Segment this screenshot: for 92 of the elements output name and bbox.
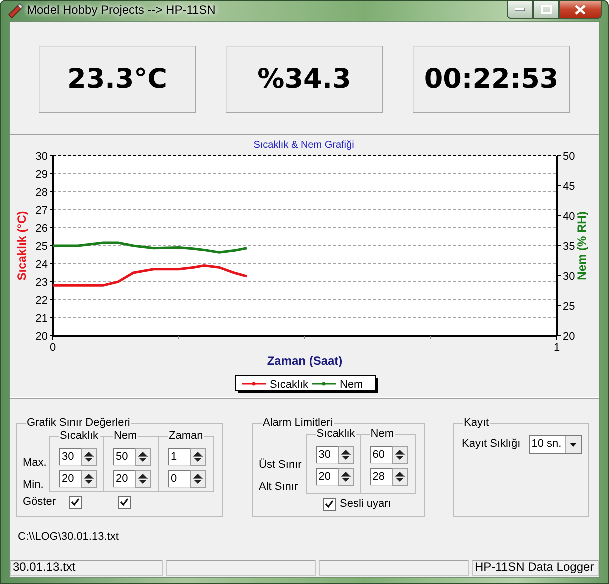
minimize-icon	[515, 8, 525, 12]
group-title: Grafik Sınır Değerleri	[26, 418, 132, 429]
axis-tick-label: 0	[50, 342, 56, 354]
axis-tick-label: 25	[36, 241, 48, 253]
status-panel: HP-11SN Data Logger	[472, 560, 599, 576]
number-field[interactable]: 28	[370, 468, 392, 486]
group-title: Kayıt	[463, 418, 490, 429]
close-icon	[575, 4, 586, 14]
axis-tick-label: 45	[563, 181, 576, 193]
up-down-arrows-icon	[340, 471, 351, 483]
readout-display: 23.3°C	[39, 46, 196, 113]
axis-title: Sıcaklık (°C)	[15, 211, 29, 281]
spin-button[interactable]	[190, 448, 206, 466]
checkbox[interactable]	[118, 496, 132, 509]
axis-tick-label: 25	[563, 301, 576, 313]
spin-button[interactable]	[135, 470, 151, 488]
up-down-arrows-icon	[84, 473, 94, 485]
legend-line-icon	[312, 382, 336, 386]
axis-tick-label: 22	[36, 295, 48, 307]
axis-tick-label: 1	[554, 342, 560, 354]
axis-tick-label: 23	[36, 277, 48, 289]
checkbox[interactable]	[69, 496, 82, 509]
row-label: Alt Sınır	[259, 480, 300, 494]
up-down-arrows-icon	[138, 451, 148, 463]
axis-tick-label: 30	[563, 271, 576, 283]
up-down-arrows-icon	[138, 473, 148, 485]
spin-button[interactable]	[81, 448, 97, 466]
axis-tick-label: 40	[563, 211, 576, 223]
row-label: Min.	[23, 478, 45, 492]
spin-button[interactable]	[190, 470, 206, 488]
legend-label: Nem	[340, 379, 364, 391]
maximize-icon	[540, 5, 552, 14]
row-label: Üst Sınır	[259, 458, 302, 472]
window-title: Model Hobby Projects --> HP-11SN	[27, 4, 216, 18]
spin-button[interactable]	[338, 468, 354, 486]
number-field[interactable]: 60	[370, 446, 392, 464]
number-field[interactable]: 50	[113, 448, 135, 466]
axis-tick-label: 26	[36, 223, 48, 235]
up-down-arrows-icon	[193, 451, 203, 463]
number-field[interactable]: 20	[59, 470, 81, 488]
group-label: Zaman	[168, 431, 204, 442]
up-down-arrows-icon	[394, 471, 405, 483]
row-label: Göster	[23, 496, 58, 509]
number-field[interactable]: 20	[316, 468, 338, 486]
group-label: Sıcaklık	[316, 429, 356, 440]
readout-display: 00:22:53	[413, 46, 570, 113]
axis-tick-label: 28	[36, 187, 48, 199]
axis-tick-label: 50	[563, 151, 576, 163]
number-field[interactable]: 20	[113, 470, 135, 488]
spin-button[interactable]	[338, 446, 354, 464]
readout-display: %34.3	[226, 46, 383, 113]
up-down-arrows-icon	[84, 451, 94, 463]
field-label: Kayıt Sıklığı	[462, 438, 521, 451]
axis-tick-label: 29	[36, 169, 48, 181]
status-panel: 30.01.13.txt	[10, 560, 163, 576]
chart-title: Sıcaklık & Nem Grafiği	[254, 140, 354, 151]
dropdown[interactable]: 10 sn.	[528, 435, 582, 454]
number-field[interactable]: 1	[168, 448, 190, 466]
axis-tick-label: 21	[36, 313, 48, 325]
app-icon	[7, 3, 23, 19]
legend-label: Sıcaklık	[270, 379, 309, 391]
group-label: Nem	[113, 431, 138, 442]
spin-button[interactable]	[392, 446, 408, 464]
spin-button[interactable]	[81, 470, 97, 488]
close-button[interactable]	[559, 1, 602, 19]
group-label: Nem	[370, 429, 396, 440]
caret-icon	[570, 442, 577, 446]
number-field[interactable]: 30	[316, 446, 338, 464]
axis-title: Nem (% RH)	[575, 212, 589, 280]
minimize-button[interactable]	[507, 1, 533, 19]
checkbox[interactable]	[323, 498, 336, 511]
spin-button[interactable]	[135, 448, 151, 466]
axis-tick-label: 20	[36, 331, 48, 343]
axis-tick-label: 24	[36, 259, 48, 271]
axis-tick-label: 35	[563, 241, 576, 253]
spin-button[interactable]	[392, 468, 408, 486]
maximize-button[interactable]	[533, 1, 559, 19]
number-field[interactable]: 0	[168, 470, 190, 488]
file-path-text: C:\\LOG\30.01.13.txt	[18, 531, 120, 544]
number-field[interactable]: 30	[59, 448, 81, 466]
group-title: Alarm Limitleri	[262, 418, 334, 429]
group-label: Sıcaklık	[59, 431, 100, 442]
up-down-arrows-icon	[340, 449, 351, 461]
legend-line-icon	[242, 382, 266, 386]
checkbox-label: Sesli uyarı	[340, 498, 392, 511]
axis-tick-label: 30	[36, 151, 48, 163]
axis-tick-label: 20	[563, 331, 576, 343]
up-down-arrows-icon	[193, 473, 203, 485]
axis-title: Zaman (Saat)	[267, 354, 343, 368]
row-label: Max.	[23, 456, 46, 470]
axis-tick-label: 27	[36, 205, 48, 217]
up-down-arrows-icon	[394, 449, 405, 461]
